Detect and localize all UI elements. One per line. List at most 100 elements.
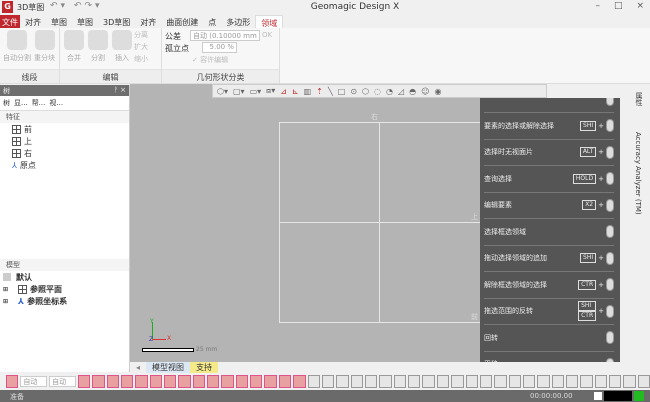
rect-select-icon[interactable]: □ <box>338 87 346 96</box>
panel-close-icon[interactable]: × <box>120 86 126 94</box>
tab-align[interactable]: 对齐 <box>20 15 46 29</box>
tab-model-view[interactable]: 模型视图 <box>146 362 191 373</box>
toolbar-tool-icon[interactable] <box>494 375 507 388</box>
ok-button[interactable]: OK <box>262 31 272 39</box>
tab-polygon[interactable]: 多边形 <box>221 15 255 29</box>
explode-icon[interactable]: ⇡ <box>316 87 323 96</box>
tab-view[interactable]: 视... <box>49 98 63 108</box>
toolbar-tool-icon[interactable] <box>350 375 363 388</box>
shade-icon[interactable]: ▭▾ <box>250 87 262 96</box>
tab-sketch-1[interactable]: 草图 <box>46 15 72 29</box>
toolbar-tool-icon[interactable] <box>522 375 536 388</box>
toolbar-tool-icon[interactable] <box>264 375 277 388</box>
toolbar-tool-icon[interactable] <box>250 375 263 388</box>
toolbar-tool-icon[interactable] <box>92 375 105 388</box>
toolbar-tool-icon[interactable] <box>609 375 622 388</box>
toolbar-tool-icon[interactable] <box>637 375 650 388</box>
paint-icon[interactable]: ◔ <box>386 87 393 96</box>
toolbar-tool-icon[interactable] <box>221 375 234 388</box>
expand-icon[interactable]: ⊞ <box>3 298 8 305</box>
cube-icon[interactable]: ▢▾ <box>233 87 245 96</box>
toolbar-tool-icon[interactable] <box>436 375 450 388</box>
toolbar-tool-icon[interactable] <box>235 375 249 388</box>
isolated-input[interactable]: 5.00 % <box>202 42 237 53</box>
toolbar-tool-icon[interactable] <box>537 375 550 388</box>
section-plane-icon[interactable]: ⊾ <box>292 87 299 96</box>
line-select-icon[interactable]: ╲ <box>328 87 333 96</box>
toolbar-tool-icon[interactable] <box>149 375 162 388</box>
toolbar-tool-icon[interactable] <box>379 375 392 388</box>
auto-segment-button[interactable]: 自动分割 <box>3 30 31 63</box>
minimize-button[interactable]: – <box>595 1 600 11</box>
lasso-icon[interactable]: ◌ <box>374 87 381 96</box>
toolbar-tool-icon[interactable] <box>106 375 119 388</box>
user-icon[interactable]: ☺ <box>421 87 429 96</box>
toolbar-tool-icon[interactable] <box>580 375 593 388</box>
toolbar-tool-icon[interactable] <box>451 375 464 388</box>
insert-button[interactable]: 插入 <box>112 30 132 63</box>
tree-item-right[interactable]: 右 <box>0 147 129 159</box>
tree-item-origin[interactable]: ⅄ 原点 <box>0 159 129 171</box>
toolbar-tool-icon[interactable] <box>479 375 493 388</box>
tab-accuracy-analyzer[interactable]: Accuracy Analyzer (TM) <box>634 132 642 215</box>
toolbar-tool-icon[interactable] <box>336 375 349 388</box>
toolbar-tool-icon[interactable] <box>77 375 91 388</box>
tab-region[interactable]: 领域 <box>255 15 284 29</box>
tab-tree[interactable]: 树 <box>3 98 10 108</box>
tree-item-ref-coords[interactable]: ⊞ ⅄ 参照坐标系 <box>0 295 129 307</box>
tab-sketch-2[interactable]: 草图 <box>72 15 98 29</box>
filter-combo-1[interactable]: 自动 <box>20 376 48 387</box>
shell-icon[interactable]: ◓ <box>409 87 416 96</box>
3d-viewport[interactable]: 右 上 前 Y X Z 25 mm <box>130 84 480 362</box>
allow-edit-checkbox[interactable]: ✓ 容许编辑 <box>192 55 228 65</box>
toolbar-tool-icon[interactable] <box>465 375 478 388</box>
toolbar-tool-icon[interactable] <box>163 375 177 388</box>
tab-support[interactable]: 支持 <box>190 362 219 373</box>
pin-icon[interactable]: ᚹ <box>114 86 118 94</box>
tree-item-ref-planes[interactable]: ⊞ 参照平面 <box>0 283 129 295</box>
expand-icon[interactable]: ⊞ <box>3 286 8 293</box>
tab-point[interactable]: 点 <box>203 15 221 29</box>
circle-select-icon[interactable]: ⊙ <box>350 87 357 96</box>
toolbar-tool-icon[interactable] <box>293 375 306 388</box>
merge-button[interactable]: 合并 <box>64 30 84 63</box>
toolbar-tool-icon[interactable] <box>135 375 148 388</box>
shrink-button[interactable]: 缩小 <box>134 54 148 64</box>
resegment-button[interactable]: 重分块 <box>34 30 55 63</box>
toolbar-tool-icon[interactable] <box>566 375 579 388</box>
tab-scroll-left[interactable]: ◂ <box>130 363 146 372</box>
polygon-select-icon[interactable]: ⬡ <box>362 87 369 96</box>
tolerance-select[interactable]: 自动 (0.10000 mm <box>190 30 260 41</box>
select-filter-icon[interactable] <box>6 375 19 388</box>
box-view-icon[interactable]: ⧈▾ <box>266 86 275 96</box>
eye-icon[interactable]: ◉ <box>434 87 441 96</box>
tree-item-top[interactable]: 上 <box>0 135 129 147</box>
toolbar-tool-icon[interactable] <box>207 375 220 388</box>
tab-file[interactable]: 文件 <box>0 15 20 29</box>
toolbar-tool-icon[interactable] <box>408 375 421 388</box>
toolbar-tool-icon[interactable] <box>422 375 435 388</box>
close-button[interactable]: × <box>636 1 644 11</box>
tab-surface[interactable]: 曲面创建 <box>161 15 203 29</box>
toolbar-tool-icon[interactable] <box>278 375 292 388</box>
tab-align-2[interactable]: 对齐 <box>135 15 161 29</box>
tree-item-default[interactable]: 默认 <box>0 271 129 283</box>
expand-button[interactable]: 扩大 <box>134 42 148 52</box>
tab-help[interactable]: 帮... <box>32 98 46 108</box>
toolbar-tool-icon[interactable] <box>594 375 608 388</box>
visible-only-icon[interactable]: ◿ <box>398 87 404 96</box>
toolbar-tool-icon[interactable] <box>192 375 206 388</box>
toolbar-tool-icon[interactable] <box>178 375 191 388</box>
render-mode-icon[interactable]: ⬡▾ <box>217 87 228 96</box>
tab-3d-sketch[interactable]: 3D草图 <box>98 15 135 29</box>
section-icon[interactable]: ⊿ <box>280 87 287 96</box>
tab-properties[interactable]: 属性 <box>634 92 644 106</box>
filter-combo-2[interactable]: 自动 <box>49 376 76 387</box>
toolbar-tool-icon[interactable] <box>120 375 134 388</box>
separate-button[interactable]: 分离 <box>134 30 148 40</box>
toolbar-tool-icon[interactable] <box>364 375 378 388</box>
toolbar-tool-icon[interactable] <box>393 375 407 388</box>
maximize-button[interactable]: □ <box>614 1 623 11</box>
tab-display[interactable]: 显... <box>14 98 28 108</box>
toolbar-tool-icon[interactable] <box>307 375 320 388</box>
